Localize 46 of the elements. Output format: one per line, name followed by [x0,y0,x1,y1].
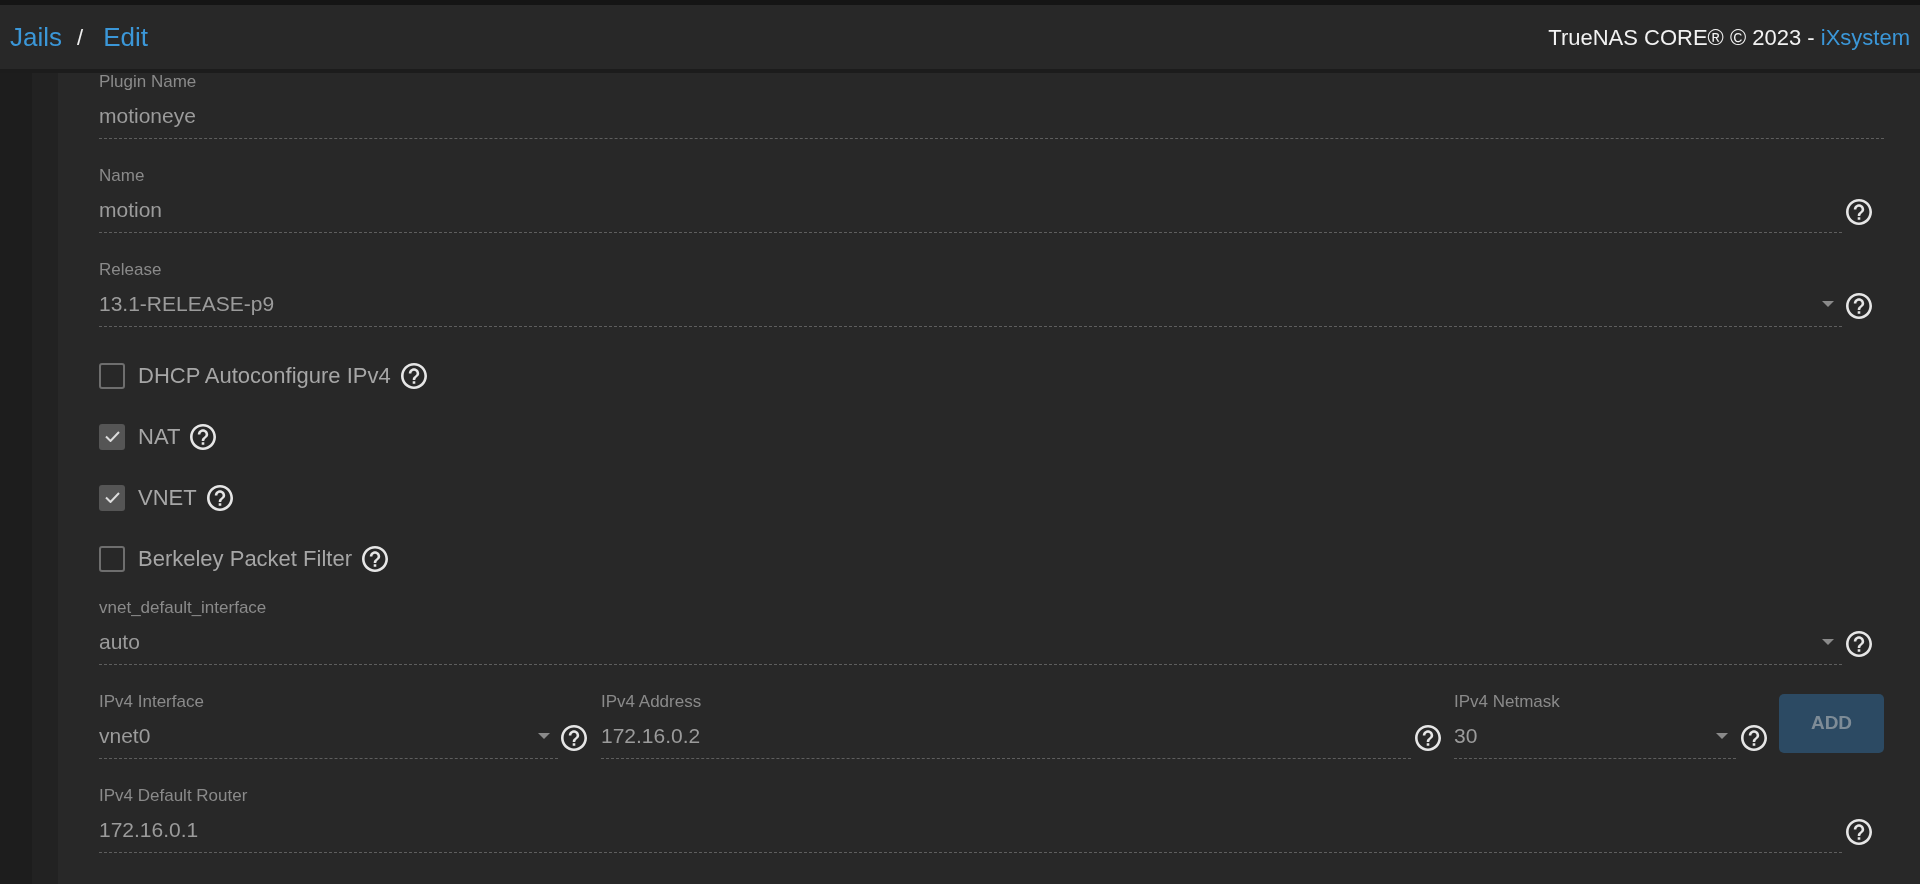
check-icon [104,431,120,442]
select-field[interactable]: Release 13.1-RELEASE-p9 [99,261,1842,327]
checkbox-label[interactable]: NAT [138,422,181,451]
help-icon[interactable] [1415,725,1441,751]
breadcrumb-link[interactable]: Jails [10,17,62,57]
help-icon[interactable] [190,423,217,450]
copyright-text: TrueNAS CORE® © 2023 - iXsystem [1548,23,1911,52]
check-icon [104,492,120,503]
select-field[interactable]: IPv4 Netmask 30 [1454,693,1736,759]
input-field[interactable]: Plugin Name motioneye [99,73,1884,139]
field-label: vnet_default_interface [99,599,267,617]
help-icon[interactable] [1741,725,1767,751]
help-icon[interactable] [1846,819,1872,845]
field-label: IPv4 Interface [99,693,204,711]
caret-icon [1822,639,1834,645]
caret-icon [538,733,550,739]
field-label: IPv4 Netmask [1454,693,1560,711]
breadcrumb-separator: / [77,23,84,52]
breadcrumb-link[interactable]: Edit [103,17,148,57]
input-field[interactable]: Name motion [99,167,1842,233]
checkbox[interactable] [99,423,125,450]
checkbox[interactable] [99,362,125,389]
field-label: Name [99,167,145,185]
checkbox-label[interactable]: Berkeley Packet Filter [138,544,352,573]
vendor-link[interactable]: iXsystem [1820,24,1910,50]
field-label: Release [99,261,162,279]
help-icon[interactable] [1846,631,1872,657]
checkbox[interactable] [99,545,125,572]
input-field[interactable]: IPv4 Address 172.16.0.2 [601,693,1411,759]
help-icon[interactable] [561,725,587,751]
checkbox-label[interactable]: DHCP Autoconfigure IPv4 [138,361,391,390]
field-label: IPv4 Address [601,693,702,711]
help-icon[interactable] [206,484,233,511]
help-icon[interactable] [400,362,427,389]
checkbox-label[interactable]: VNET [138,483,197,512]
field-label: Plugin Name [99,73,197,91]
help-icon[interactable] [1846,293,1872,319]
caret-icon [1716,733,1728,739]
checkbox[interactable] [99,484,125,511]
help-icon[interactable] [361,545,388,572]
input-field[interactable]: IPv4 Default Router 172.16.0.1 [99,787,1842,853]
caret-icon [1822,301,1834,307]
select-field[interactable]: vnet_default_interface auto [99,599,1842,665]
select-field[interactable]: IPv4 Interface vnet0 [99,693,558,759]
help-icon[interactable] [1846,199,1872,225]
field-label: IPv4 Default Router [99,787,248,805]
